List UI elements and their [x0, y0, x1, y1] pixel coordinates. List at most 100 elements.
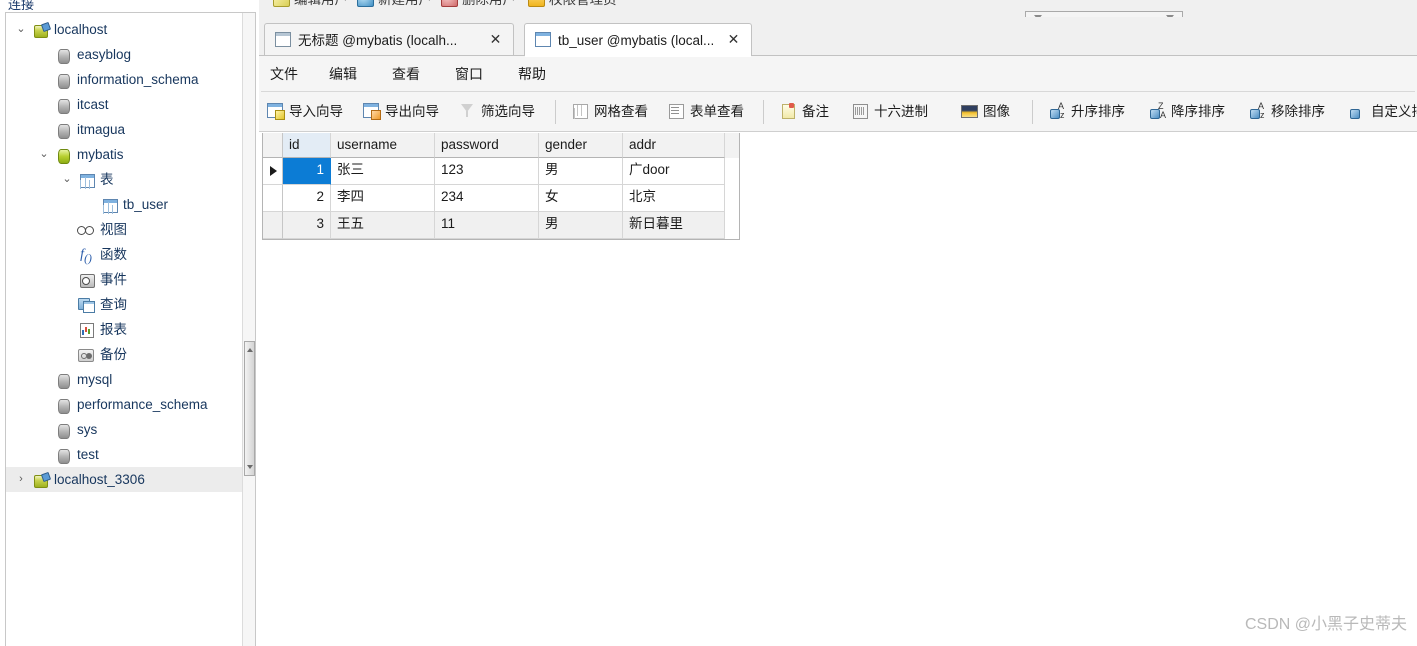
grid-column-header-username[interactable]: username [331, 133, 435, 158]
grid-cell-password[interactable]: 234 [435, 185, 539, 212]
grid-cell-id[interactable]: 1 [283, 158, 331, 185]
tree-item-mysql[interactable]: mysql [6, 367, 251, 392]
editor-tab-2[interactable]: tb_user @mybatis (local... ✕ [524, 23, 752, 57]
data-grid[interactable]: id username password gender addr 1 张三 123 男广door… [262, 133, 740, 240]
menu-window[interactable]: 窗口 [455, 64, 483, 85]
grid-cell-password[interactable]: 11 [435, 212, 539, 239]
current-row-indicator-icon [270, 166, 277, 176]
hex-icon [852, 103, 869, 119]
toolbar-custom-sort[interactable]: 自定义排序 [1349, 100, 1417, 124]
user-toolbar-edit-user[interactable]: 编辑用户 [273, 0, 348, 9]
grid-column-header-gender[interactable]: gender [539, 133, 623, 158]
import-wizard-icon [267, 103, 285, 120]
grid-cell-gender[interactable]: 女 [539, 185, 623, 212]
tree-item-itmagua[interactable]: itmagua [6, 117, 251, 142]
toolbar-sort-desc[interactable]: Z A 降序排序 [1149, 100, 1225, 124]
backup-icon [77, 342, 95, 367]
chevron-down-icon[interactable]: ⌄ [14, 17, 28, 42]
menu-help[interactable]: 帮助 [518, 64, 546, 85]
grid-cell-addr[interactable]: 广door [623, 158, 725, 185]
toolbar-label: 网格查看 [594, 104, 648, 119]
grid-view-icon [572, 103, 589, 119]
tree-item-localhost_3306[interactable]: › localhost_3306 [6, 467, 251, 492]
permission-manager-icon [528, 0, 545, 7]
toolbar-export-wizard[interactable]: 导出向导 [363, 100, 439, 124]
tree-item-itcast[interactable]: itcast [6, 92, 251, 117]
tree-item-label: sys [77, 422, 98, 437]
connection-tree[interactable]: ⌄ localhost easyblog information_schema itca… [5, 12, 256, 646]
database-icon [54, 117, 72, 142]
menu-file[interactable]: 文件 [270, 64, 298, 85]
toolbar-import-wizard[interactable]: 导入向导 [267, 100, 343, 124]
grid-column-header-id[interactable]: id [283, 133, 331, 158]
chevron-down-icon[interactable]: ⌄ [37, 142, 51, 167]
toolbar-hex[interactable]: 十六进制 [852, 100, 928, 124]
tree-item-函数[interactable]: f() 函数 [6, 242, 251, 267]
tree-item-事件[interactable]: 事件 [6, 267, 251, 292]
grid-cell-id[interactable]: 2 [283, 185, 331, 212]
application-window: 连接 ⌄ localhost easyblog information_schema i… [0, 0, 1417, 646]
tree-item-查询[interactable]: 查询 [6, 292, 251, 317]
tree-item-备份[interactable]: 备份 [6, 342, 251, 367]
tree-item-报表[interactable]: 报表 [6, 317, 251, 342]
tree-item-information_schema[interactable]: information_schema [6, 67, 251, 92]
user-toolbar-new-user[interactable]: 新建用户 [357, 0, 432, 9]
grid-row[interactable]: 3 王五 11 男新日暮里 [263, 212, 739, 239]
grid-row[interactable]: 1 张三 123 男广door [263, 158, 739, 185]
grid-cell-username[interactable]: 张三 [331, 158, 435, 185]
tree-item-test[interactable]: test [6, 442, 251, 467]
grid-cell-gender[interactable]: 男 [539, 212, 623, 239]
close-icon[interactable]: ✕ [488, 32, 503, 47]
custom-sort-icon [1349, 103, 1366, 119]
row-selector-cell[interactable] [263, 185, 283, 212]
row-selector-cell[interactable] [263, 158, 283, 185]
tree-item-performance_schema[interactable]: performance_schema [6, 392, 251, 417]
grid-cell-password[interactable]: 123 [435, 158, 539, 185]
close-icon[interactable]: ✕ [726, 32, 741, 47]
tree-item-sys[interactable]: sys [6, 417, 251, 442]
toolbar-label: 导入向导 [289, 104, 343, 119]
chevron-right-icon[interactable]: › [14, 467, 28, 492]
tree-item-localhost[interactable]: ⌄ localhost [6, 17, 251, 42]
editor-tab-title: 无标题 @mybatis (localh... [298, 33, 458, 48]
toolbar-sort-asc[interactable]: Az 升序排序 [1049, 100, 1125, 124]
toolbar-memo[interactable]: 备注 [780, 100, 829, 124]
grid-column-header-addr[interactable]: addr [623, 133, 725, 158]
toolbar-form-view[interactable]: 表单查看 [668, 100, 744, 124]
user-toolbar-delete-user[interactable]: 删除用户 [441, 0, 516, 9]
tree-item-tb_user[interactable]: tb_user [6, 192, 251, 217]
chevron-down-icon[interactable]: ⌄ [60, 167, 74, 192]
toolbar-filter-wizard[interactable]: 筛选向导 [459, 100, 535, 124]
grid-column-header-password[interactable]: password [435, 133, 539, 158]
grid-row[interactable]: 2 李四 234 女北京 [263, 185, 739, 212]
tree-item-label: 备份 [100, 347, 127, 362]
row-selector-cell[interactable] [263, 212, 283, 239]
editor-tab-1[interactable]: 无标题 @mybatis (localh... ✕ [264, 23, 514, 56]
sidebar-scrollbar-thumb[interactable] [244, 341, 255, 476]
grid-cell-gender[interactable]: 男 [539, 158, 623, 185]
tree-item-表[interactable]: ⌄ 表 [6, 167, 251, 192]
toolbar-separator [763, 100, 764, 124]
toolbar-sort-remove[interactable]: Az 移除排序 [1249, 100, 1325, 124]
tree-item-mybatis[interactable]: ⌄ mybatis [6, 142, 251, 167]
grid-cell-addr[interactable]: 新日暮里 [623, 212, 725, 239]
tree-item-视图[interactable]: 视图 [6, 217, 251, 242]
toolbar-grid-view[interactable]: 网格查看 [572, 100, 648, 124]
menu-edit[interactable]: 编辑 [329, 64, 357, 85]
grid-cell-id[interactable]: 3 [283, 212, 331, 239]
sort-remove-icon: Az [1249, 102, 1266, 120]
menu-view[interactable]: 查看 [392, 64, 420, 85]
grid-cell-addr[interactable]: 北京 [623, 185, 725, 212]
table-tab-icon [535, 32, 551, 47]
toolbar-image[interactable]: 图像 [961, 100, 1010, 124]
tree-item-easyblog[interactable]: easyblog [6, 42, 251, 67]
sidebar-vertical-scrollbar[interactable] [242, 13, 255, 646]
grid-cell-username[interactable]: 李四 [331, 185, 435, 212]
grid-cell-username[interactable]: 王五 [331, 212, 435, 239]
user-toolbar-permission-manager[interactable]: 权限管理员 [528, 0, 617, 9]
database-icon [54, 42, 72, 67]
user-toolbar-label: 新建用户 [378, 0, 432, 7]
